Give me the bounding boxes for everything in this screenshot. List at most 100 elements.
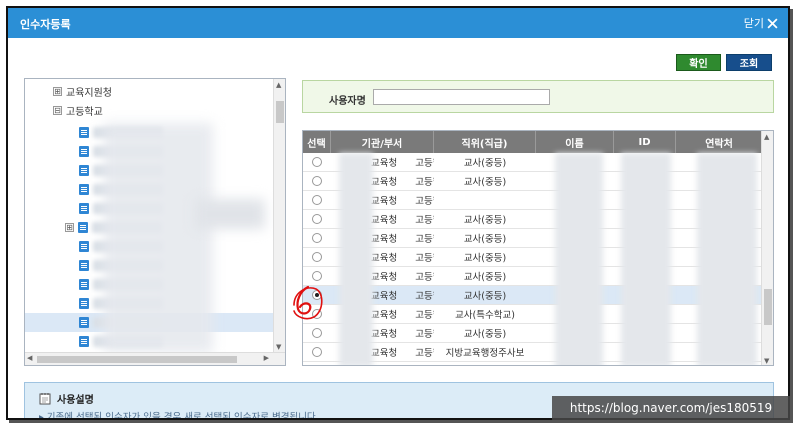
dialog-title: 인수자등록 [20, 18, 71, 31]
scroll-down-icon[interactable]: ▼ [276, 343, 281, 351]
dialog-window: 인수자등록 닫기 확인 조회 ⊞ 교육지원청 ⊟ 고등학교 ⊞ ▲ ▼ ◀ ▶ [6, 6, 790, 420]
usage-description: ▸ 기존에 선택된 인수자가 있을 경우 새로 선택된 인수자로 변경됩니다 [39, 412, 316, 420]
column-contact[interactable]: 연락처 [676, 131, 763, 153]
notepad-icon [39, 393, 51, 405]
folder-icon [79, 127, 89, 138]
user-grid: 선택 기관/부서 직위(직급) 이름 ID 연락처 교육청고등학교사(중등)교육… [302, 130, 774, 366]
dept-text: 고등학 [415, 348, 434, 359]
org-text: 교육청 [371, 253, 398, 264]
column-position[interactable]: 직위(직급) [434, 131, 536, 153]
expand-icon[interactable]: ⊞ [65, 223, 74, 232]
usage-header: 사용설명 [39, 391, 94, 406]
close-label: 닫기 [743, 17, 764, 30]
position-cell: 교사(중등) [463, 215, 507, 226]
expand-icon[interactable]: ⊞ [53, 87, 62, 96]
redacted-area [555, 153, 603, 365]
select-radio[interactable] [312, 252, 322, 262]
folder-icon [79, 298, 89, 309]
folder-icon [79, 260, 89, 271]
close-button[interactable]: 닫기 [744, 15, 778, 31]
scroll-up-icon[interactable]: ▲ [276, 81, 281, 89]
scroll-up-icon[interactable]: ▲ [764, 133, 769, 141]
position-cell [434, 191, 536, 210]
column-org[interactable]: 기관/부서 [331, 131, 434, 153]
select-radio[interactable] [312, 271, 322, 281]
tree-item-high-school[interactable]: ⊟ 고등학교 [25, 101, 273, 120]
folder-icon [79, 146, 89, 157]
dept-text: 고등학 [415, 196, 434, 207]
redacted-area [621, 153, 671, 365]
select-radio[interactable] [312, 347, 322, 357]
folder-icon [79, 184, 89, 195]
redacted-area [195, 199, 265, 229]
dept-text: 고등학 [415, 215, 434, 226]
org-text: 교육청 [371, 272, 398, 283]
annotation-text: 6 [292, 281, 293, 282]
folder-icon [79, 241, 89, 252]
close-icon [767, 17, 778, 29]
folder-icon [79, 336, 89, 347]
position-cell: 교사(중등) [463, 234, 507, 245]
scroll-down-icon[interactable]: ▼ [764, 357, 769, 365]
collapse-icon[interactable]: ⊟ [53, 106, 62, 115]
dept-text: 고등학 [415, 329, 434, 340]
search-button[interactable]: 조회 [726, 54, 772, 71]
position-cell: 교사(중등) [463, 177, 507, 188]
position-cell: 교사(중등) [463, 329, 507, 340]
select-radio[interactable] [312, 328, 322, 338]
scroll-thumb[interactable] [276, 101, 284, 123]
redacted-area [103, 123, 213, 353]
usage-title: 사용설명 [57, 395, 94, 406]
column-id[interactable]: ID [614, 131, 676, 153]
tree-item-label: 고등학교 [66, 107, 103, 118]
select-cell [303, 324, 331, 343]
tree-horizontal-scrollbar[interactable]: ◀ ▶ [25, 352, 285, 365]
select-cell [303, 153, 331, 172]
position-cell: 교사(중등) [463, 291, 507, 302]
position-cell: 교사(특수학교) [455, 310, 515, 321]
position-cell: 교사(중등) [463, 253, 507, 264]
column-select[interactable]: 선택 [303, 131, 331, 153]
dept-text: 고등학 [415, 158, 434, 169]
dept-text: 고등학 [415, 272, 434, 283]
annotation-mark: 6 [292, 281, 323, 320]
dept-text: 고등학 [415, 310, 434, 321]
folder-icon [79, 279, 89, 290]
org-text: 교육청 [371, 177, 398, 188]
grid-vertical-scrollbar[interactable]: ▲ ▼ [761, 131, 773, 365]
select-radio[interactable] [312, 176, 322, 186]
redacted-area [339, 153, 373, 365]
select-radio[interactable] [312, 157, 322, 167]
org-text: 교육청 [371, 291, 398, 302]
username-input[interactable] [373, 89, 550, 105]
column-name[interactable]: 이름 [536, 131, 614, 153]
username-label: 사용자명 [329, 96, 366, 107]
position-cell: 지방교육행정주사보 [445, 348, 525, 359]
select-cell [303, 191, 331, 210]
search-panel: 사용자명 [302, 80, 774, 113]
dept-text: 고등학 [415, 291, 434, 302]
org-text: 교육청 [371, 215, 398, 226]
dialog-titlebar: 인수자등록 닫기 [8, 8, 788, 38]
scroll-left-icon[interactable]: ◀ [27, 354, 32, 362]
dept-text: 고등학 [415, 253, 434, 264]
position-cell: 교사(중등) [463, 272, 507, 283]
select-radio[interactable] [312, 233, 322, 243]
tree-vertical-scrollbar[interactable]: ▲ ▼ [273, 79, 285, 353]
org-text: 교육청 [371, 310, 398, 321]
org-tree-panel: ⊞ 교육지원청 ⊟ 고등학교 ⊞ ▲ ▼ ◀ ▶ [24, 78, 286, 366]
position-cell: 교사(중등) [463, 158, 507, 169]
folder-icon [79, 165, 89, 176]
grid-header: 선택 기관/부서 직위(직급) 이름 ID 연락처 [303, 131, 763, 153]
scroll-thumb[interactable] [764, 289, 772, 325]
scroll-thumb[interactable] [37, 356, 237, 363]
select-cell [303, 229, 331, 248]
tree-item-education-office[interactable]: ⊞ 교육지원청 [25, 82, 273, 101]
select-radio[interactable] [312, 214, 322, 224]
scroll-right-icon[interactable]: ▶ [264, 354, 269, 362]
tree-item-label: 교육지원청 [66, 88, 112, 99]
select-radio[interactable] [312, 195, 322, 205]
confirm-button[interactable]: 확인 [676, 54, 721, 71]
select-cell [303, 210, 331, 229]
select-cell [303, 248, 331, 267]
